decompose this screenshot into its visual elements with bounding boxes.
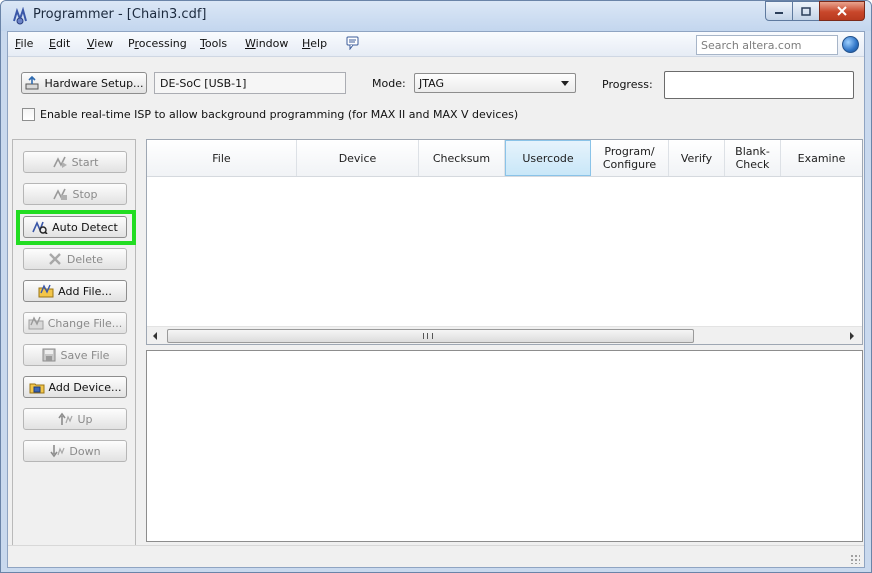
horizontal-scrollbar[interactable] [147,326,862,344]
scrollbar-thumb[interactable] [167,329,694,343]
delete-icon [49,253,61,265]
search-input[interactable]: Search altera.com [696,35,838,55]
hardware-setup-icon [25,76,39,90]
caption-buttons [765,1,865,21]
window-title: Programmer - [Chain3.cdf] [33,7,207,22]
minimize-button[interactable] [765,1,793,21]
change-file-button[interactable]: Change File... [23,312,127,334]
add-device-button[interactable]: Add Device... [23,376,127,398]
programmer-app-icon [13,7,27,25]
column-header-examine[interactable]: Examine [781,140,862,176]
arrow-down-icon [50,445,65,458]
stop-icon [53,188,68,200]
status-bar [8,545,864,567]
down-button[interactable]: Down [23,440,127,462]
isp-label: Enable real-time ISP to allow background… [40,108,519,121]
menu-window[interactable]: Window [245,37,288,50]
column-header-blank-check[interactable]: Blank- Check [725,140,781,176]
hardware-device-field: DE-SoC [USB-1] [154,72,346,94]
maximize-icon [801,6,811,16]
add-device-icon [29,383,45,394]
chain-diagram-panel[interactable] [146,350,863,542]
scroll-right-icon[interactable] [850,332,854,340]
menu-tools[interactable]: Tools [200,37,227,50]
up-label: Up [77,412,93,426]
column-header-program-configure[interactable]: Program/Configure [591,140,669,176]
add-file-label: Add File... [58,284,112,298]
resize-grip-icon[interactable] [850,554,860,564]
menu-view[interactable]: View [87,37,113,50]
mode-select[interactable]: JTAG [414,73,576,93]
maximize-button[interactable] [792,1,820,21]
up-button[interactable]: Up [23,408,127,430]
column-header-device[interactable]: Device [297,140,419,176]
table-header: File Device Checksum Usercode Program/Co… [147,140,862,177]
scroll-left-icon[interactable] [153,332,157,340]
start-button[interactable]: Start [23,151,127,173]
hardware-setup-button[interactable]: Hardware Setup... [21,72,147,94]
device-chain-table[interactable]: File Device Checksum Usercode Program/Co… [146,139,863,345]
column-header-usercode[interactable]: Usercode [505,140,591,176]
client-area: File Edit View Processing Tools Window H… [7,31,865,568]
progress-label: Progress: [602,78,653,91]
menu-bar: File Edit View Processing Tools Window H… [8,32,864,57]
delete-button[interactable]: Delete [23,248,127,270]
menu-file[interactable]: File [15,37,33,50]
start-icon [52,156,67,168]
column-header-verify[interactable]: Verify [669,140,725,176]
scroll-grip-icon [423,333,433,339]
close-icon [837,6,847,16]
globe-icon[interactable] [842,36,859,53]
minimize-icon [775,12,783,14]
close-button[interactable] [819,1,865,21]
menu-processing[interactable]: Processing [128,37,187,50]
down-label: Down [69,444,101,458]
add-file-button[interactable]: Add File... [23,280,127,302]
progress-bar [664,71,854,99]
isp-checkbox[interactable] [22,108,35,121]
auto-detect-highlight [16,210,136,245]
mode-label: Mode: [372,77,406,90]
menu-edit[interactable]: Edit [49,37,70,50]
programmer-window: Programmer - [Chain3.cdf] File Edit View… [0,0,872,573]
chevron-down-icon [561,81,569,86]
change-file-icon [28,316,44,330]
stop-label: Stop [72,187,98,201]
start-label: Start [71,155,99,169]
change-file-label: Change File... [47,316,123,330]
title-bar[interactable]: Programmer - [Chain3.cdf] [1,1,871,31]
save-file-button[interactable]: Save File [23,344,127,366]
hardware-setup-label: Hardware Setup... [44,76,144,90]
add-device-label: Add Device... [48,380,122,394]
whats-this-icon[interactable] [346,36,360,50]
hardware-toolbar: Hardware Setup... DE-SoC [USB-1] Mode: J… [8,58,864,130]
delete-label: Delete [66,252,104,266]
save-file-icon [42,348,56,362]
stop-button[interactable]: Stop [23,183,127,205]
column-header-checksum[interactable]: Checksum [419,140,505,176]
save-file-label: Save File [60,348,110,362]
column-header-file[interactable]: File [147,140,297,176]
mode-value: JTAG [419,77,444,90]
menu-help[interactable]: Help [302,37,327,50]
arrow-up-icon [58,412,74,425]
add-file-icon [38,284,54,298]
